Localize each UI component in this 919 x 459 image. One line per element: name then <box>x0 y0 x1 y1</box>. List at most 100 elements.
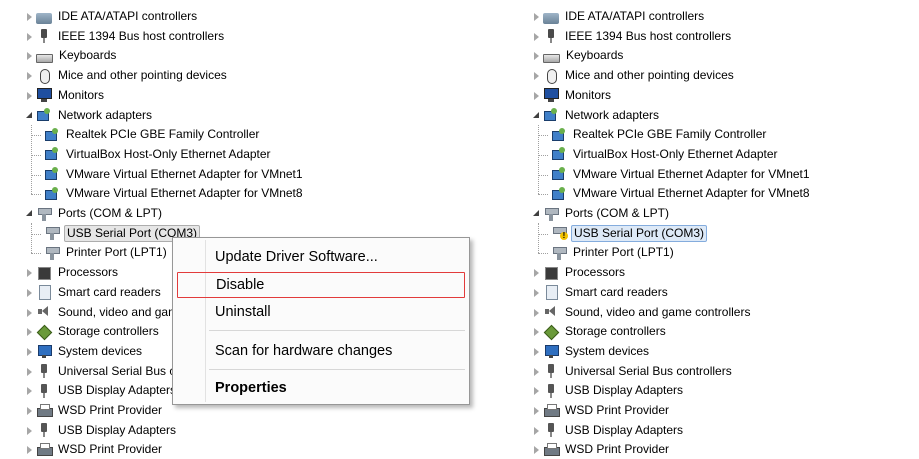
tree-device-vmware-virtual-ethernet-adapter-for-vmnet1[interactable]: VMware Virtual Ethernet Adapter for VMne… <box>551 165 812 184</box>
tree-item-label: Sound, video and game controllers <box>565 304 751 319</box>
collapsed-arrow-icon[interactable] <box>532 32 541 41</box>
tree-category-wsd-print-provider[interactable]: WSD Print Provider <box>532 440 671 459</box>
tree-category-usb-display-adapters[interactable]: USB Display Adapters <box>532 421 685 440</box>
tree-category-smart-card-readers[interactable]: Smart card readers <box>25 283 163 302</box>
tree-category-keyboards[interactable]: Keyboards <box>25 46 118 65</box>
collapsed-arrow-icon[interactable] <box>532 347 541 356</box>
tree-device-virtualbox-host-only-ethernet-adapter[interactable]: VirtualBox Host-Only Ethernet Adapter <box>551 145 780 164</box>
tree-device-realtek-pcie-gbe-family-controller[interactable]: Realtek PCIe GBE Family Controller <box>44 125 261 144</box>
collapsed-arrow-icon[interactable] <box>532 308 541 317</box>
tree-category-keyboards[interactable]: Keyboards <box>532 46 625 65</box>
collapsed-arrow-icon[interactable] <box>25 406 34 415</box>
tree-category-system-devices[interactable]: System devices <box>25 342 144 361</box>
tree-category-storage-controllers[interactable]: Storage controllers <box>25 322 161 341</box>
network-adapter-icon <box>44 127 60 143</box>
tree-connector <box>538 135 548 137</box>
collapsed-arrow-icon[interactable] <box>25 268 34 278</box>
scan-hardware-menu-item[interactable]: Scan for hardware changes <box>177 338 465 364</box>
expanded-arrow-icon[interactable] <box>532 209 541 218</box>
properties-menu-item[interactable]: Properties <box>177 375 465 401</box>
tree-category-smart-card-readers[interactable]: Smart card readers <box>532 283 670 302</box>
tree-category-ide-ata-atapi-controllers[interactable]: IDE ATA/ATAPI controllers <box>532 7 706 26</box>
tree-category-processors[interactable]: Processors <box>25 263 120 282</box>
ide-controller-icon <box>543 13 559 24</box>
tree-device-virtualbox-host-only-ethernet-adapter[interactable]: VirtualBox Host-Only Ethernet Adapter <box>44 145 273 164</box>
tree-item-label: Storage controllers <box>565 324 666 339</box>
collapsed-arrow-icon[interactable] <box>532 71 541 81</box>
collapsed-arrow-icon[interactable] <box>25 288 34 297</box>
tree-category-processors[interactable]: Processors <box>532 263 627 282</box>
collapsed-arrow-icon[interactable] <box>25 71 34 81</box>
collapsed-arrow-icon[interactable] <box>532 327 541 337</box>
expanded-arrow-icon[interactable] <box>25 209 34 218</box>
collapsed-arrow-icon[interactable] <box>532 367 541 376</box>
expanded-arrow-icon[interactable] <box>25 111 34 120</box>
uninstall-menu-item[interactable]: Uninstall <box>177 299 465 325</box>
context-menu: Update Driver Software... Disable Uninst… <box>172 237 470 405</box>
tree-category-network-adapters[interactable]: Network adapters <box>25 106 154 125</box>
tree-connector <box>31 174 41 176</box>
tree-device-vmware-virtual-ethernet-adapter-for-vmnet8[interactable]: VMware Virtual Ethernet Adapter for VMne… <box>551 184 812 203</box>
collapsed-arrow-icon[interactable] <box>532 288 541 297</box>
tree-device-vmware-virtual-ethernet-adapter-for-vmnet1[interactable]: VMware Virtual Ethernet Adapter for VMne… <box>44 165 305 184</box>
tree-category-universal-serial-bus-controllers[interactable]: Universal Serial Bus controllers <box>532 362 734 381</box>
expanded-arrow-icon[interactable] <box>532 111 541 120</box>
tree-category-ports-com-lpt[interactable]: Ports (COM & LPT) <box>532 204 671 223</box>
tree-category-wsd-print-provider[interactable]: WSD Print Provider <box>25 440 164 459</box>
tree-category-network-adapters[interactable]: Network adapters <box>532 106 661 125</box>
collapsed-arrow-icon[interactable] <box>25 386 34 396</box>
tree-category-mice-and-other-pointing-devices[interactable]: Mice and other pointing devices <box>532 66 736 85</box>
tree-item-label: Mice and other pointing devices <box>58 68 227 83</box>
tree-category-monitors[interactable]: Monitors <box>532 86 613 105</box>
collapsed-arrow-icon[interactable] <box>25 347 34 356</box>
tree-item-label: WSD Print Provider <box>565 403 670 417</box>
collapsed-arrow-icon[interactable] <box>532 386 541 396</box>
tree-device-usb-serial-port-com3[interactable]: USB Serial Port (COM3) <box>551 224 708 243</box>
network-adapter-icon <box>551 186 567 202</box>
collapsed-arrow-icon[interactable] <box>25 426 34 435</box>
tree-category-wsd-print-provider[interactable]: WSD Print Provider <box>532 401 671 420</box>
tree-category-usb-display-adapters[interactable]: USB Display Adapters <box>25 421 178 440</box>
collapsed-arrow-icon[interactable] <box>25 445 34 455</box>
tree-item-label: Monitors <box>565 87 612 102</box>
tree-category-mice-and-other-pointing-devices[interactable]: Mice and other pointing devices <box>25 66 229 85</box>
tree-device-printer-port-lpt1[interactable]: Printer Port (LPT1) <box>551 243 676 262</box>
tree-category-usb-display-adapters[interactable]: USB Display Adapters <box>532 381 685 400</box>
collapsed-arrow-icon[interactable] <box>532 91 541 100</box>
tree-device-vmware-virtual-ethernet-adapter-for-vmnet8[interactable]: VMware Virtual Ethernet Adapter for VMne… <box>44 184 305 203</box>
printer-icon <box>543 442 560 458</box>
tree-category-ports-com-lpt[interactable]: Ports (COM & LPT) <box>25 204 164 223</box>
collapsed-arrow-icon[interactable] <box>532 406 541 415</box>
collapsed-arrow-icon[interactable] <box>532 12 541 21</box>
collapsed-arrow-icon[interactable] <box>532 426 541 435</box>
tree-device-printer-port-lpt1[interactable]: Printer Port (LPT1) <box>44 243 169 262</box>
tree-item-label: System devices <box>58 343 143 358</box>
tree-category-ieee-1394-bus-host-controllers[interactable]: IEEE 1394 Bus host controllers <box>25 27 226 46</box>
system-device-icon <box>543 343 559 359</box>
tree-category-ide-ata-atapi-controllers[interactable]: IDE ATA/ATAPI controllers <box>25 7 199 26</box>
tree-item-label: VMware Virtual Ethernet Adapter for VMne… <box>66 186 303 201</box>
disable-menu-item[interactable]: Disable <box>177 272 465 298</box>
collapsed-arrow-icon[interactable] <box>25 12 34 21</box>
collapsed-arrow-icon[interactable] <box>25 32 34 41</box>
collapsed-arrow-icon[interactable] <box>532 268 541 278</box>
collapsed-arrow-icon[interactable] <box>25 367 34 376</box>
tree-connector <box>538 174 548 176</box>
tree-category-system-devices[interactable]: System devices <box>532 342 651 361</box>
collapsed-arrow-icon[interactable] <box>25 91 34 100</box>
tree-category-ieee-1394-bus-host-controllers[interactable]: IEEE 1394 Bus host controllers <box>532 27 733 46</box>
collapsed-arrow-icon[interactable] <box>25 51 34 61</box>
tree-category-wsd-print-provider[interactable]: WSD Print Provider <box>25 401 164 420</box>
tree-category-sound-video-and-game-controllers[interactable]: Sound, video and game controllers <box>532 303 752 322</box>
collapsed-arrow-icon[interactable] <box>532 51 541 61</box>
tree-category-usb-display-adapters[interactable]: USB Display Adapters <box>25 381 178 400</box>
collapsed-arrow-icon[interactable] <box>25 327 34 337</box>
tree-category-storage-controllers[interactable]: Storage controllers <box>532 322 668 341</box>
tree-category-monitors[interactable]: Monitors <box>25 86 106 105</box>
network-adapter-icon <box>543 107 559 123</box>
mouse-icon <box>36 68 52 84</box>
collapsed-arrow-icon[interactable] <box>25 308 34 317</box>
tree-device-realtek-pcie-gbe-family-controller[interactable]: Realtek PCIe GBE Family Controller <box>551 125 768 144</box>
collapsed-arrow-icon[interactable] <box>532 445 541 455</box>
update-driver-menu-item[interactable]: Update Driver Software... <box>177 244 465 270</box>
